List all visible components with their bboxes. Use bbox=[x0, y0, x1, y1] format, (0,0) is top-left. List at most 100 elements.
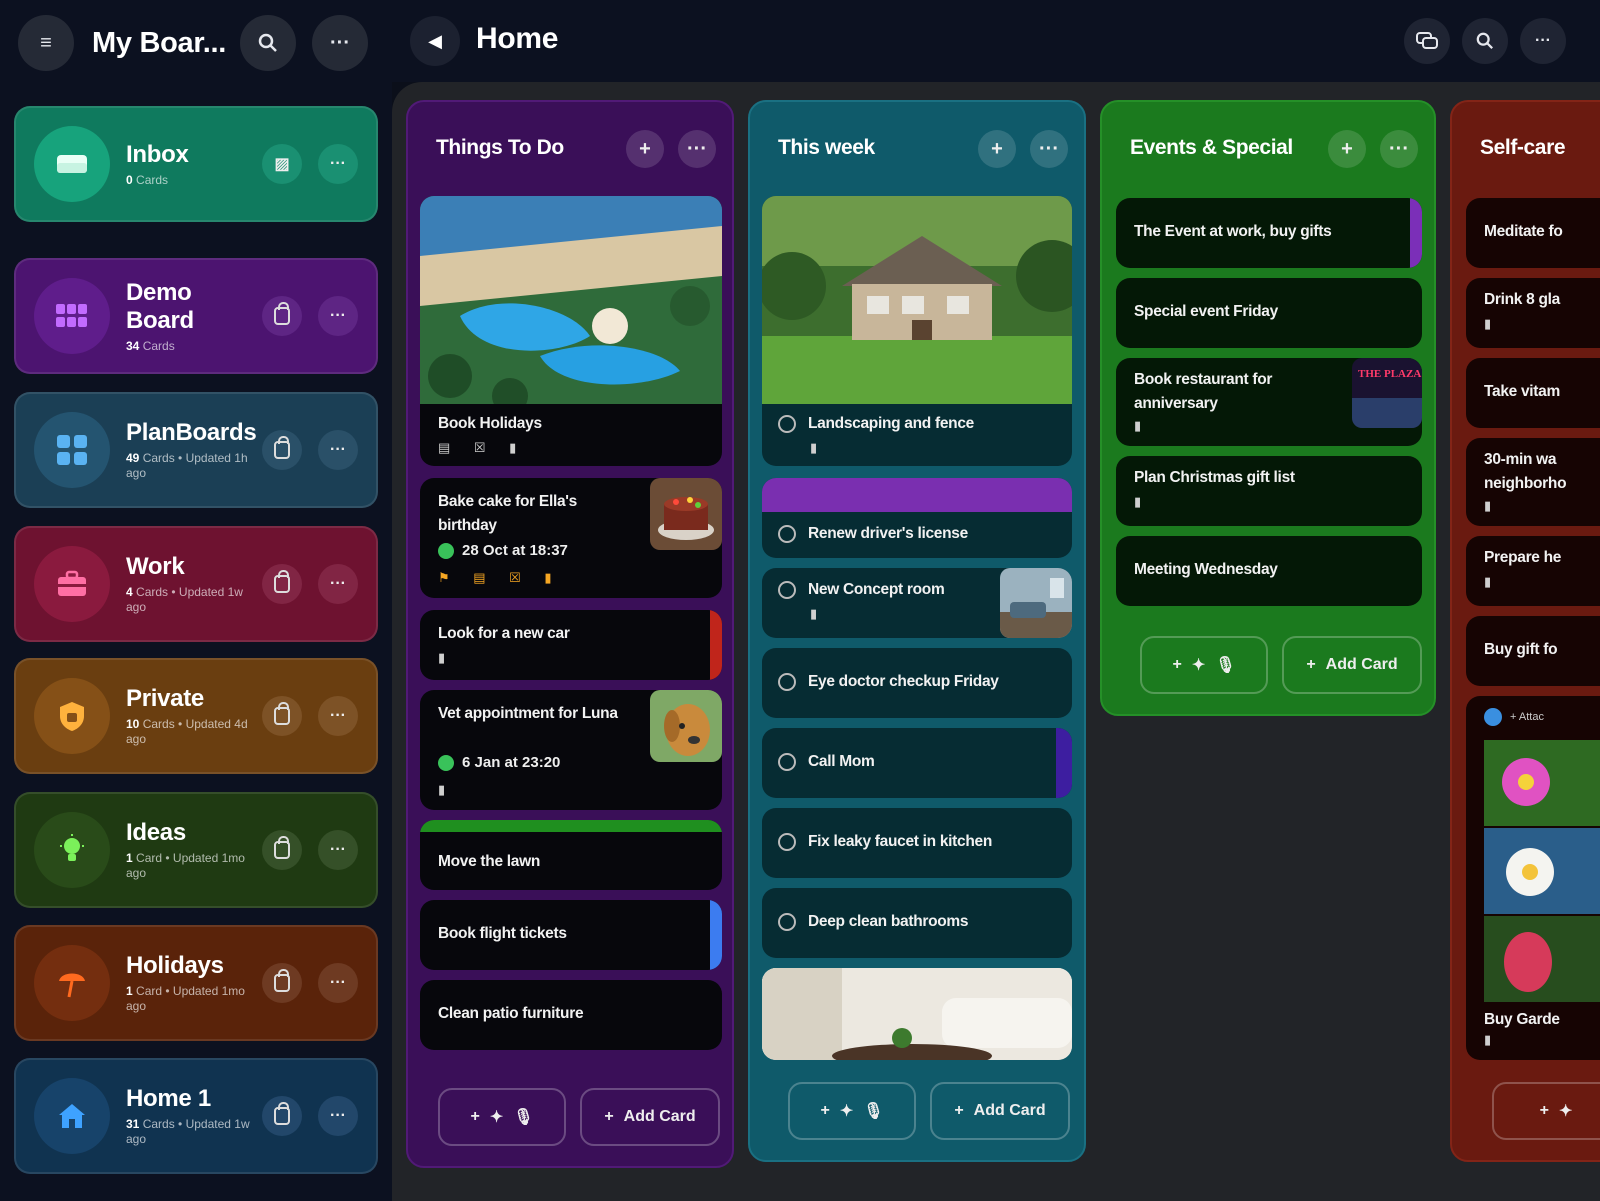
card[interactable]: Drink 8 gla ▮ bbox=[1466, 278, 1600, 348]
board-meta: 49 Cards • Updated 1h ago bbox=[126, 451, 248, 480]
card[interactable]: Buy gift fo bbox=[1466, 616, 1600, 686]
card[interactable]: Look for a new car ▮ bbox=[420, 610, 722, 680]
archive-icon[interactable]: ▨ bbox=[262, 144, 302, 184]
board-name: PlanBoards bbox=[126, 419, 257, 446]
checkbox[interactable] bbox=[778, 672, 796, 691]
checkbox[interactable] bbox=[778, 752, 796, 771]
board-demo-board[interactable]: Demo Board 34 Cards ··· bbox=[14, 258, 378, 374]
back-arrow-icon[interactable]: ◀ bbox=[410, 16, 460, 66]
card-title: Take vitam bbox=[1484, 383, 1560, 400]
board-planboards[interactable]: PlanBoards 49 Cards • Updated 1h ago ··· bbox=[14, 392, 378, 508]
card[interactable]: The Event at work, buy gifts bbox=[1116, 198, 1422, 268]
label-bar bbox=[420, 820, 722, 832]
card[interactable]: Meeting Wednesday bbox=[1116, 536, 1422, 606]
column-more-icon[interactable]: ··· bbox=[1380, 130, 1418, 168]
lock-icon[interactable] bbox=[262, 830, 302, 870]
card[interactable]: Fix leaky faucet in kitchen bbox=[762, 808, 1072, 878]
checkbox[interactable] bbox=[778, 912, 796, 931]
lock-icon[interactable] bbox=[262, 963, 302, 1003]
card[interactable]: Vet appointment for Luna 6 Jan at 23:20 … bbox=[420, 690, 722, 810]
menu-icon[interactable]: ≡ bbox=[18, 15, 74, 71]
sparkle-icon: ✦ bbox=[1191, 657, 1206, 674]
card[interactable]: Meditate fo bbox=[1466, 198, 1600, 268]
column-more-icon[interactable]: ··· bbox=[678, 130, 716, 168]
card[interactable]: Deep clean bathrooms bbox=[762, 888, 1072, 958]
card[interactable]: Take vitam bbox=[1466, 358, 1600, 428]
sign-text: THE PLAZA bbox=[1358, 368, 1422, 380]
board-meta: 34 Cards bbox=[126, 338, 175, 353]
card[interactable]: Special event Friday bbox=[1116, 278, 1422, 348]
quick-add-button[interactable]: + ✦ bbox=[1492, 1082, 1600, 1140]
board-inbox[interactable]: Inbox 0 Cards ▨ ··· bbox=[14, 106, 378, 222]
checkbox[interactable] bbox=[778, 524, 796, 543]
quick-add-button[interactable]: + ✦ 🎙 bbox=[1140, 636, 1268, 694]
column-title: Events & Special bbox=[1130, 136, 1293, 159]
board-work[interactable]: Work 4 Cards • Updated 1w ago ··· bbox=[14, 526, 378, 642]
card[interactable]: Book Holidays ▤ ☒ ▮ bbox=[420, 196, 722, 466]
add-card-button[interactable]: + Add Card bbox=[930, 1082, 1070, 1140]
card[interactable]: + Attac Buy Garde ▮ bbox=[1466, 696, 1600, 1060]
search-icon[interactable] bbox=[1462, 18, 1508, 64]
board-ideas[interactable]: Ideas 1 Card • Updated 1mo ago ··· bbox=[14, 792, 378, 908]
living-room-image[interactable] bbox=[762, 968, 1072, 1060]
checkbox[interactable] bbox=[778, 580, 796, 599]
board-more-icon[interactable]: ··· bbox=[318, 1096, 358, 1136]
more-icon[interactable]: ··· bbox=[1520, 18, 1566, 64]
top-icons: ··· bbox=[1404, 18, 1566, 64]
card[interactable]: Renew driver's license bbox=[762, 478, 1072, 558]
board-more-icon[interactable]: ··· bbox=[318, 830, 358, 870]
board-more-icon[interactable]: ··· bbox=[318, 564, 358, 604]
card-title: Bake cake for Ella's birthday bbox=[438, 493, 577, 534]
grid-icon bbox=[34, 278, 110, 354]
column-more-icon[interactable]: ··· bbox=[1030, 130, 1068, 168]
column-header: This week + ··· bbox=[750, 102, 1084, 198]
card[interactable]: Book restaurant for anniversary ▮ THE PL… bbox=[1116, 358, 1422, 446]
add-icon[interactable]: + bbox=[626, 130, 664, 168]
chat-icon[interactable] bbox=[1404, 18, 1450, 64]
checkbox[interactable] bbox=[778, 414, 796, 433]
quick-add-button[interactable]: + ✦ 🎙 bbox=[788, 1082, 916, 1140]
board-more-icon[interactable]: ··· bbox=[318, 296, 358, 336]
due-check-icon bbox=[438, 754, 454, 771]
board-holidays[interactable]: Holidays 1 Card • Updated 1mo ago ··· bbox=[14, 925, 378, 1041]
checkbox[interactable] bbox=[778, 832, 796, 851]
card[interactable]: Clean patio furniture bbox=[420, 980, 722, 1050]
add-card-button[interactable]: + Add Card bbox=[1282, 636, 1422, 694]
card[interactable]: Move the lawn bbox=[420, 820, 722, 890]
house-icon bbox=[34, 1078, 110, 1154]
column-self-care: Self-care Meditate fo Drink 8 gla ▮ Take… bbox=[1450, 100, 1600, 1162]
search-icon[interactable] bbox=[240, 15, 296, 71]
add-card-button[interactable]: + Add Card bbox=[580, 1088, 720, 1146]
board-home-1[interactable]: Home 1 31 Cards • Updated 1w ago ··· bbox=[14, 1058, 378, 1174]
card[interactable]: Book flight tickets bbox=[420, 900, 722, 970]
card-title: Meditate fo bbox=[1484, 223, 1563, 240]
board-private[interactable]: Private 10 Cards • Updated 4d ago ··· bbox=[14, 658, 378, 774]
board-more-icon[interactable]: ··· bbox=[318, 963, 358, 1003]
board-more-icon[interactable]: ··· bbox=[318, 696, 358, 736]
lock-icon[interactable] bbox=[262, 564, 302, 604]
card[interactable]: New Concept room ▮ bbox=[762, 568, 1072, 638]
board-more-icon[interactable]: ··· bbox=[318, 430, 358, 470]
add-icon[interactable]: + bbox=[978, 130, 1016, 168]
lock-icon[interactable] bbox=[262, 696, 302, 736]
column-footer: + ✦ bbox=[1492, 1082, 1600, 1140]
card[interactable]: Eye doctor checkup Friday bbox=[762, 648, 1072, 718]
lock-icon[interactable] bbox=[262, 296, 302, 336]
lock-icon[interactable] bbox=[262, 1096, 302, 1136]
card[interactable]: 30-min wa neighborho ▮ bbox=[1466, 438, 1600, 526]
card[interactable]: Plan Christmas gift list ▮ bbox=[1116, 456, 1422, 526]
column-things-to-do: Things To Do + ··· Book Holidays ▤ ☒ ▮ B… bbox=[406, 100, 734, 1168]
card[interactable]: Bake cake for Ella's birthday 28 Oct at … bbox=[420, 478, 722, 598]
card[interactable]: Call Mom bbox=[762, 728, 1072, 798]
more-icon[interactable]: ··· bbox=[312, 15, 368, 71]
card-title: Deep clean bathrooms bbox=[778, 910, 969, 934]
lock-icon[interactable] bbox=[262, 430, 302, 470]
board-more-icon[interactable]: ··· bbox=[318, 144, 358, 184]
due-date: 6 Jan at 23:20 bbox=[438, 754, 560, 771]
card[interactable]: Landscaping and fence ▮ bbox=[762, 196, 1072, 466]
shield-icon bbox=[34, 678, 110, 754]
quick-add-button[interactable]: + ✦ 🎙 bbox=[438, 1088, 566, 1146]
attach-row: + Attac bbox=[1484, 708, 1544, 726]
add-icon[interactable]: + bbox=[1328, 130, 1366, 168]
card[interactable]: Prepare he ▮ bbox=[1466, 536, 1600, 606]
